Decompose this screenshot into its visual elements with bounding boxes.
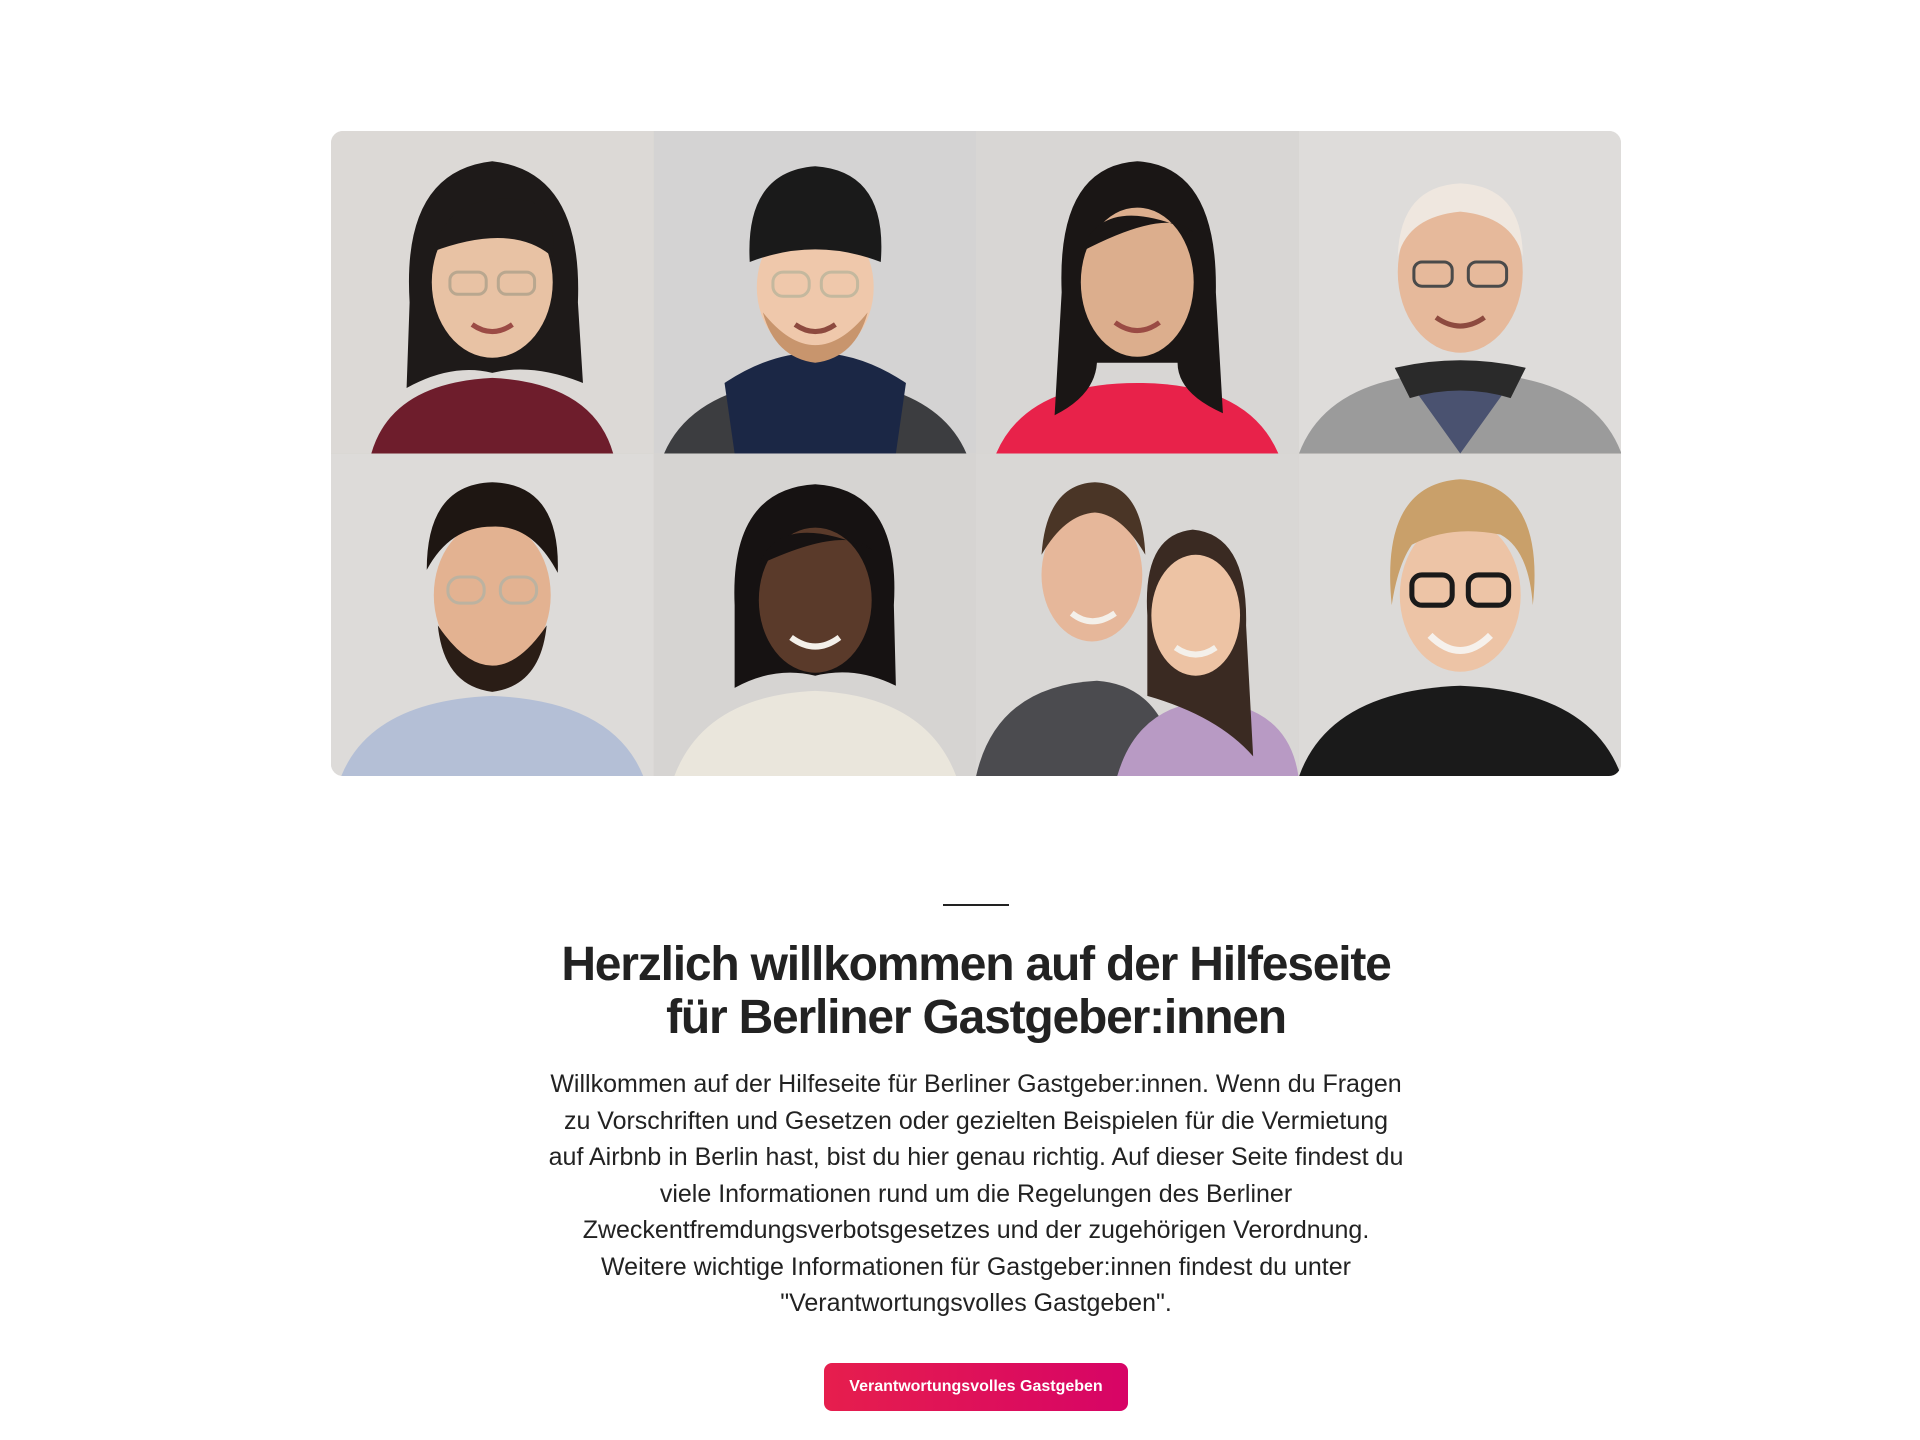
host-portrait-4	[1298, 131, 1621, 454]
section-divider	[943, 904, 1009, 906]
intro-paragraph: Willkommen auf der Hilfeseite für Berlin…	[548, 1070, 1404, 1317]
page: Herzlich willkommen auf der Hilfeseite f…	[0, 0, 1920, 1440]
host-portrait-3	[976, 131, 1299, 454]
host-portrait-1	[331, 131, 654, 454]
page-title-line-2: für Berliner Gastgeber:innen	[666, 991, 1287, 1044]
hero-photo-grid	[331, 131, 1621, 776]
page-title: Herzlich willkommen auf der Hilfeseite f…	[510, 938, 1442, 1044]
host-portrait-7	[976, 453, 1299, 776]
host-portrait-8	[1298, 453, 1621, 776]
host-portrait-2	[653, 131, 976, 454]
responsible-hosting-button[interactable]: Verantwortungsvolles Gastgeben	[824, 1363, 1128, 1411]
host-portrait-6	[653, 453, 976, 776]
page-title-line-1: Herzlich willkommen auf der Hilfeseite	[561, 938, 1392, 991]
host-portrait-5	[331, 453, 654, 776]
